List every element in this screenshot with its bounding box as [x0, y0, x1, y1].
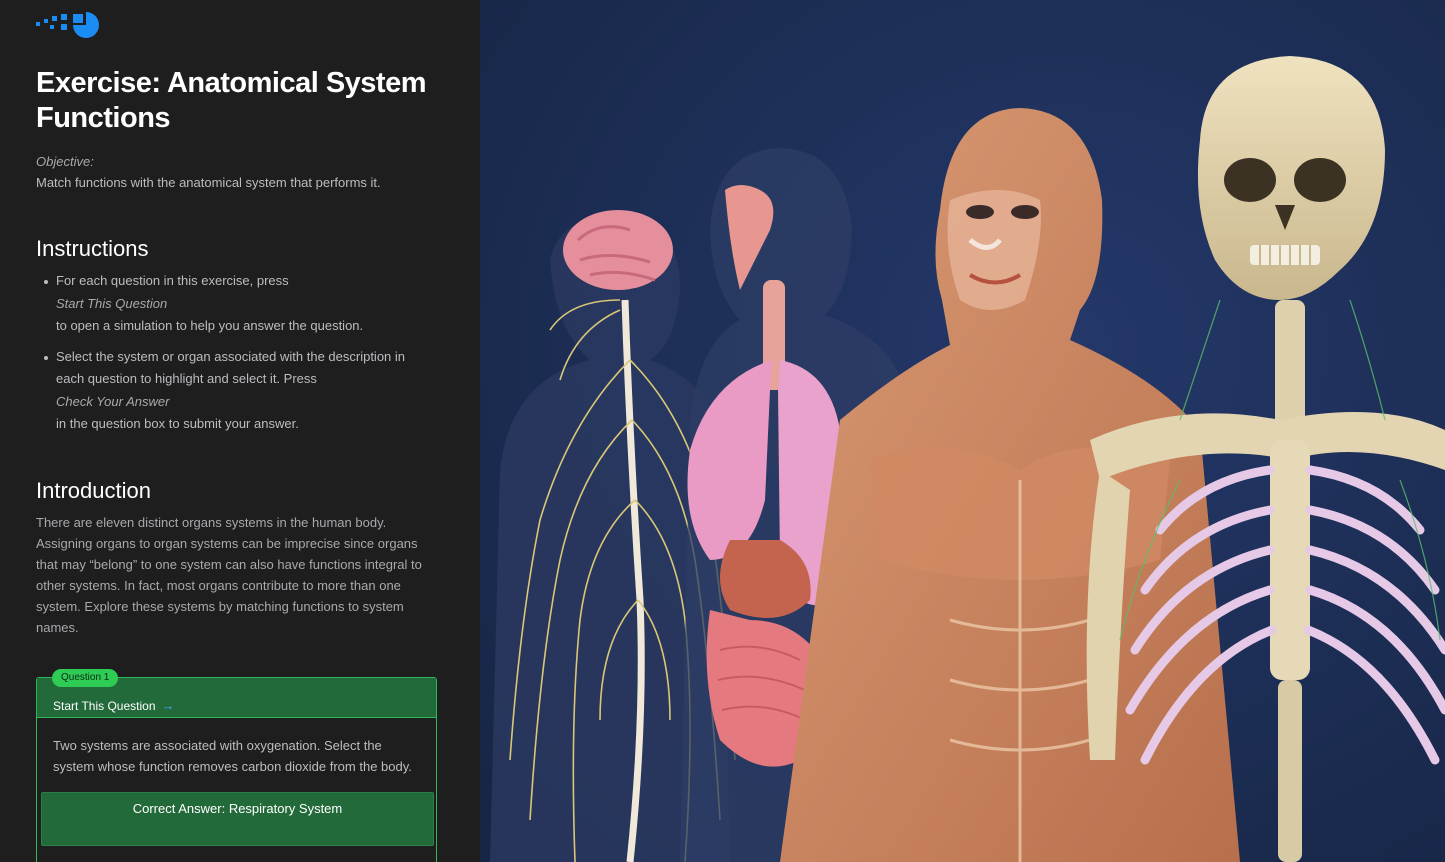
instruction-text: Select the system or organ associated wi… [56, 348, 406, 364]
arrow-right-icon: → [161, 698, 175, 713]
instructions-heading: Instructions [36, 236, 149, 261]
start-question-label: Start This Question [53, 699, 156, 713]
answer-box: Correct Answer: Respiratory System [41, 792, 434, 846]
correct-answer-text: Correct Answer: Respiratory System [132, 801, 343, 816]
question-badge: Question 1 [52, 669, 119, 687]
exercise-panel: Exercise: Anatomical System Functions Ob… [0, 0, 480, 862]
introduction-heading: Introduction [36, 478, 151, 503]
introduction-text: There are eleven distinct organs systems… [36, 515, 422, 635]
objective-text: Match functions with the anatomical syst… [36, 175, 381, 190]
instruction-item: Select the system or organ associated wi… [36, 346, 436, 436]
page-title: Exercise: Anatomical System Functions [36, 67, 427, 134]
instruction-emphasis: Check Your Answer [56, 393, 170, 409]
instruction-text: in the question box to submit your answe… [56, 416, 299, 431]
instruction-item: For each question in this exercise, pres… [36, 270, 436, 338]
instructions-list: For each question in this exercise, pres… [36, 270, 436, 444]
instruction-emphasis: Start This Question [56, 295, 168, 311]
question-text: Two systems are associated with oxygenat… [53, 738, 412, 774]
visible-body-logo-icon[interactable] [36, 10, 102, 40]
anatomy-hero-image [480, 0, 1445, 862]
instruction-text: For each question in this exercise, pres… [56, 273, 289, 288]
anatomy-illustration [480, 0, 1445, 862]
instruction-text: to open a simulation to help you answer … [56, 318, 364, 333]
instruction-text: each question to highlight and select it… [56, 371, 317, 386]
question-card: Start This Question → Two systems are ass… [36, 677, 437, 862]
start-question-button[interactable]: Start This Question → [53, 698, 175, 713]
objective-label: Objective: [36, 154, 94, 169]
